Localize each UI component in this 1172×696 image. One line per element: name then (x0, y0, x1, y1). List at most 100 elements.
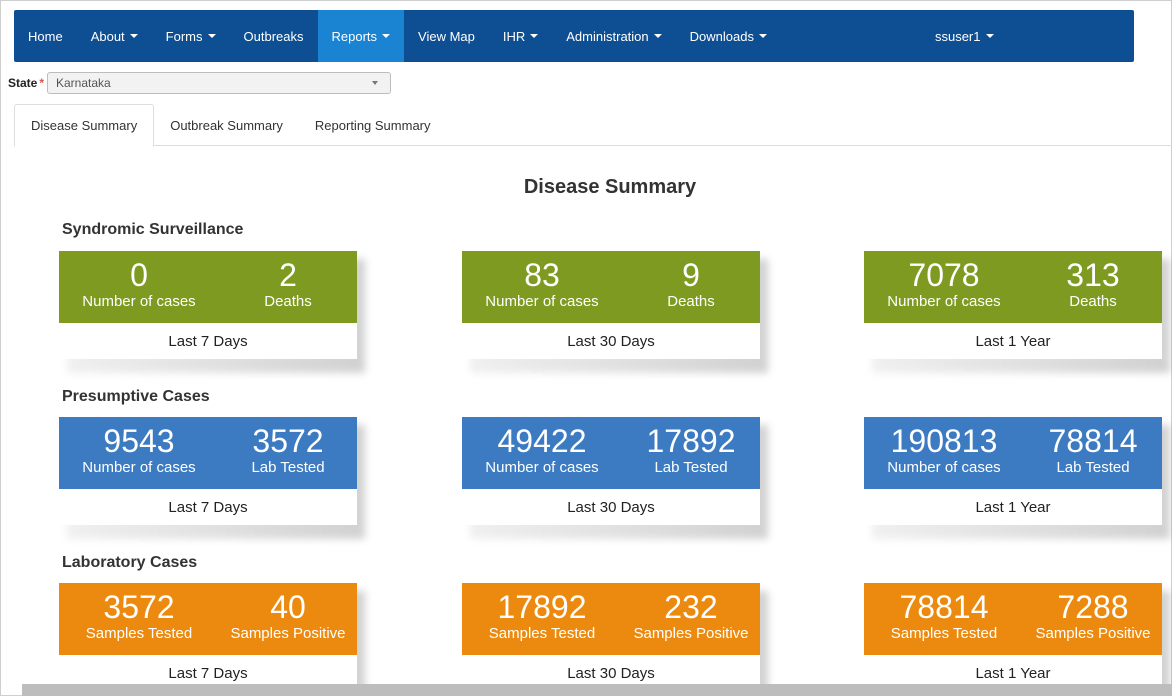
stat-label: Number of cases (82, 459, 196, 476)
card-period: Last 7 Days (59, 323, 357, 359)
tab-outbreak-summary[interactable]: Outbreak Summary (154, 104, 299, 146)
stat-value: 190813 (890, 423, 998, 459)
card-header: 83 Number of cases 9 Deaths (462, 251, 760, 323)
stat-label: Samples Tested (85, 625, 193, 642)
chevron-down-icon (207, 34, 216, 38)
stat-left: 17892 Samples Tested (462, 589, 622, 643)
stat-value: 17892 (646, 423, 736, 459)
nav-forms[interactable]: Forms (152, 10, 230, 62)
stat-left: 83 Number of cases (462, 257, 622, 311)
card-header: 190813 Number of cases 78814 Lab Tested (864, 417, 1162, 489)
card-header: 0 Number of cases 2 Deaths (59, 251, 357, 323)
stat-value: 3572 (252, 423, 324, 459)
stat-value: 49422 (497, 423, 587, 459)
stat-label: Samples Positive (1035, 625, 1151, 642)
stat-value: 7288 (1057, 589, 1129, 625)
stat-value: 9543 (103, 423, 175, 459)
dropdown-arrow-icon (372, 81, 378, 85)
chevron-down-icon (985, 34, 994, 38)
nav-outbreaks-label: Outbreaks (243, 28, 304, 44)
nav-ihr[interactable]: IHR (489, 10, 552, 62)
nav-administration[interactable]: Administration (552, 10, 675, 62)
horizontal-scrollbar[interactable] (22, 684, 1172, 696)
top-navbar: Home About Forms Outbreaks Reports View … (14, 10, 1134, 62)
stat-label: Samples Tested (890, 625, 998, 642)
nav-view-map[interactable]: View Map (404, 10, 489, 62)
card-header: 7078 Number of cases 313 Deaths (864, 251, 1162, 323)
stat-value: 17892 (497, 589, 587, 625)
chevron-down-icon (530, 34, 539, 38)
summary-card[interactable]: 3572 Samples Tested 40 Samples Positive La… (59, 583, 365, 696)
chevron-down-icon (129, 34, 138, 38)
summary-card[interactable]: 83 Number of cases 9 Deaths Last 30 Days (462, 251, 768, 373)
stat-label: Samples Positive (230, 625, 346, 642)
stat-value: 78814 (1048, 423, 1138, 459)
nav-downloads-label: Downloads (689, 28, 754, 44)
stat-label: Samples Tested (488, 625, 596, 642)
nav-user-menu[interactable]: ssuser1 (921, 10, 1008, 62)
tab-reporting-summary[interactable]: Reporting Summary (299, 104, 447, 146)
stat-value: 2 (279, 257, 297, 293)
stat-label: Samples Positive (633, 625, 749, 642)
summary-card[interactable]: 0 Number of cases 2 Deaths Last 7 Days (59, 251, 365, 373)
stat-label: Number of cases (887, 459, 1001, 476)
stat-value: 78814 (899, 589, 989, 625)
card-header: 17892 Samples Tested 232 Samples Positive (462, 583, 760, 655)
stat-value: 313 (1066, 257, 1120, 293)
nav-ihr-label: IHR (502, 28, 526, 44)
summary-card[interactable]: 78814 Samples Tested 7288 Samples Positive… (864, 583, 1170, 696)
stat-right: 17892 Lab Tested (622, 423, 760, 477)
stat-value: 9 (682, 257, 700, 293)
card-period: Last 30 Days (462, 323, 760, 359)
stat-right: 78814 Lab Tested (1024, 423, 1162, 477)
section-title-syndromic: Syndromic Surveillance (62, 221, 244, 238)
card-period: Last 30 Days (462, 489, 760, 525)
stat-label: Number of cases (82, 293, 196, 310)
stat-label: Number of cases (887, 293, 1001, 310)
stat-label: Number of cases (485, 459, 599, 476)
state-filter: State * Karnataka (8, 72, 391, 94)
stat-value: 83 (524, 257, 560, 293)
stat-left: 7078 Number of cases (864, 257, 1024, 311)
state-select[interactable]: Karnataka (47, 72, 391, 94)
required-mark: * (39, 76, 45, 90)
summary-tabs: Disease Summary Outbreak Summary Reporti… (14, 104, 1172, 147)
summary-card[interactable]: 49422 Number of cases 17892 Lab Tested Las… (462, 417, 768, 539)
section-title-laboratory: Laboratory Cases (62, 554, 198, 571)
nav-forms-label: Forms (165, 28, 203, 44)
card-header: 49422 Number of cases 17892 Lab Tested (462, 417, 760, 489)
nav-home[interactable]: Home (14, 10, 77, 62)
state-label: State (8, 76, 38, 90)
page-title: Disease Summary (523, 176, 697, 198)
summary-card[interactable]: 190813 Number of cases 78814 Lab Tested La… (864, 417, 1170, 539)
stat-left: 78814 Samples Tested (864, 589, 1024, 643)
stat-right: 232 Samples Positive (622, 589, 760, 643)
stat-label: Lab Tested (251, 459, 325, 476)
tab-disease-summary[interactable]: Disease Summary (14, 104, 155, 147)
summary-card[interactable]: 17892 Samples Tested 232 Samples Positive … (462, 583, 768, 696)
nav-about[interactable]: About (77, 10, 152, 62)
stat-left: 49422 Number of cases (462, 423, 622, 477)
nav-downloads[interactable]: Downloads (676, 10, 781, 62)
nav-reports[interactable]: Reports (317, 10, 405, 62)
stat-value: 0 (130, 257, 148, 293)
stat-label: Lab Tested (1056, 459, 1130, 476)
nav-view-map-label: View Map (418, 28, 475, 44)
stat-label: Deaths (1069, 293, 1117, 310)
stat-right: 2 Deaths (219, 257, 357, 311)
chevron-down-icon (758, 34, 767, 38)
nav-about-label: About (90, 28, 125, 44)
stat-label: Deaths (264, 293, 312, 310)
stat-value: 3572 (103, 589, 175, 625)
nav-administration-label: Administration (566, 28, 649, 44)
summary-card[interactable]: 9543 Number of cases 3572 Lab Tested Last … (59, 417, 365, 539)
chevron-down-icon (653, 34, 662, 38)
summary-card[interactable]: 7078 Number of cases 313 Deaths Last 1 Yea… (864, 251, 1170, 373)
stat-left: 3572 Samples Tested (59, 589, 219, 643)
stat-label: Number of cases (485, 293, 599, 310)
nav-outbreaks[interactable]: Outbreaks (230, 10, 318, 62)
stat-left: 0 Number of cases (59, 257, 219, 311)
section-title-presumptive: Presumptive Cases (62, 388, 210, 405)
stat-value: 232 (664, 589, 718, 625)
card-period: Last 1 Year (864, 489, 1162, 525)
